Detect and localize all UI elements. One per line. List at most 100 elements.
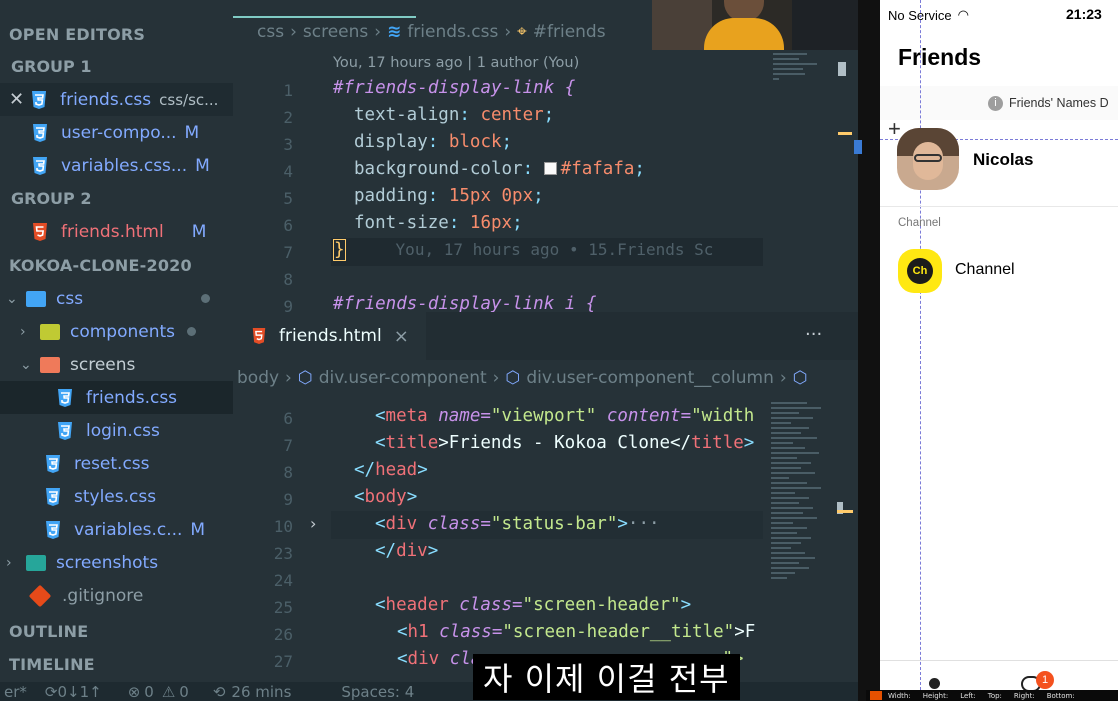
close-icon[interactable]: × — [394, 326, 409, 347]
breadcrumb-item[interactable]: div.user-component__column — [526, 368, 774, 388]
code-line[interactable]: } You, 17 hours ago • 15.Friends Sc — [333, 239, 713, 261]
open-editor-user-component[interactable]: user-compo... M — [0, 116, 233, 149]
close-icon[interactable]: ✕ — [9, 89, 24, 110]
code-line[interactable]: </head> — [354, 460, 428, 480]
line-number: 26 — [273, 625, 293, 644]
code-line[interactable]: #friends-display-link { — [333, 78, 575, 98]
tree-label: screens — [70, 354, 136, 375]
inspector-label: Left: — [960, 691, 976, 700]
video-subtitle: 자 이제 이걸 전부 — [473, 654, 740, 700]
tree-folder-screens[interactable]: ⌄ screens — [0, 348, 233, 381]
tree-file-styles-css[interactable]: styles.css — [0, 480, 233, 513]
code-line[interactable]: #friends-display-link i { — [333, 294, 596, 312]
code-line[interactable]: <meta name="viewport" content="width — [375, 406, 754, 426]
css-file-icon — [31, 123, 49, 143]
open-editor-label: friends.html — [61, 221, 164, 242]
screen-title: Friends — [898, 44, 982, 70]
folder-components-icon — [40, 323, 60, 340]
indent-status[interactable]: Spaces: 4 — [341, 683, 414, 701]
tree-folder-css[interactable]: ⌄ css — [0, 282, 233, 315]
open-editor-friends-css[interactable]: ✕ friends.css css/sc... — [0, 83, 233, 116]
breadcrumb: body › ⬡ div.user-component › ⬡ div.user-c… — [237, 368, 808, 388]
avatar[interactable] — [897, 128, 959, 190]
breadcrumb-item[interactable]: #friends — [533, 22, 606, 42]
side-handle[interactable] — [854, 140, 862, 154]
element-icon: ⬡ — [297, 368, 313, 388]
code-line[interactable]: <header class="screen-header"> — [375, 595, 691, 615]
group2-header[interactable]: GROUP 2 — [0, 182, 233, 215]
error-icon[interactable]: ⊗ — [128, 683, 141, 701]
breadcrumb-item[interactable]: body — [237, 368, 279, 388]
modified-dot — [201, 294, 211, 303]
tab-friends-html[interactable]: friends.html × — [233, 312, 426, 360]
breadcrumb-item[interactable]: friends.css — [407, 22, 498, 42]
chevron-right-icon: › — [374, 22, 382, 42]
minimap[interactable] — [771, 402, 841, 582]
line-number: 24 — [273, 571, 293, 590]
inspector-bar: Width: Height: Left: Top: Right: Bottom: — [866, 690, 1118, 701]
inspector-icon[interactable] — [870, 691, 882, 700]
code-line[interactable]: display: block; — [354, 132, 512, 152]
friends-tab-icon[interactable] — [929, 678, 940, 689]
code-line[interactable]: <div class="status-bar">··· — [375, 514, 660, 534]
tree-file-variables-css[interactable]: variables.c... M — [0, 513, 233, 546]
tree-label: components — [70, 321, 176, 342]
time-status[interactable]: 26 mins — [231, 683, 291, 701]
friends-display-link[interactable]: i Friends' Names D — [880, 86, 1118, 120]
line-number: 4 — [283, 162, 293, 181]
modified-badge: M — [195, 155, 210, 176]
section-label: Channel — [898, 217, 941, 229]
code-line[interactable]: text-align: center; — [354, 105, 554, 125]
element-icon: ⬡ — [792, 368, 808, 388]
code-line[interactable]: padding: 15px 0px; — [354, 186, 544, 206]
history-icon[interactable]: ⟲ — [213, 683, 226, 701]
breadcrumb-item[interactable]: screens — [303, 22, 368, 42]
fold-chevron-icon[interactable]: › — [310, 514, 316, 533]
breadcrumb-item[interactable]: css — [257, 22, 284, 42]
modified-badge: M — [191, 221, 207, 242]
chevron-right-icon: › — [492, 368, 500, 388]
timeline-header[interactable]: TIMELINE — [0, 648, 233, 681]
html-file-icon — [251, 327, 267, 345]
group1-header[interactable]: GROUP 1 — [0, 50, 233, 83]
code-line[interactable]: font-size: 16px; — [354, 213, 523, 233]
open-editor-variables[interactable]: variables.css... M — [0, 149, 233, 182]
code-line[interactable]: <h1 class="screen-header__title">F — [397, 622, 755, 642]
tree-label: .gitignore — [62, 585, 144, 606]
tree-file-login-css[interactable]: login.css — [0, 414, 233, 447]
modified-badge: M — [190, 519, 206, 540]
tree-label: friends.css — [86, 387, 178, 408]
code-line[interactable]: </div> — [375, 541, 438, 561]
channel-logo[interactable]: Ch — [898, 249, 942, 293]
css-file-icon — [44, 520, 62, 540]
modified-dot — [187, 327, 197, 336]
sync-status[interactable]: 0↓1↑ — [57, 683, 101, 701]
inspector-label: Width: — [888, 691, 911, 700]
code-line[interactable]: background-color: #fafafa; — [354, 159, 645, 179]
line-number: 7 — [283, 243, 293, 262]
scrollbar-thumb[interactable] — [838, 62, 846, 76]
tree-file-friends-css[interactable]: friends.css — [0, 381, 233, 414]
open-editor-path: css/sc... — [159, 90, 219, 109]
sync-icon[interactable]: ⟳ — [45, 683, 58, 701]
user-name: Nicolas — [973, 150, 1034, 169]
tree-folder-components[interactable]: › components — [0, 315, 233, 348]
warning-icon[interactable]: ⚠ — [162, 683, 175, 701]
tree-file-gitignore[interactable]: .gitignore — [0, 579, 233, 612]
tree-folder-screenshots[interactable]: › screenshots — [0, 546, 233, 579]
breadcrumb-item[interactable]: div.user-component — [319, 368, 487, 388]
open-editor-friends-html[interactable]: friends.html M — [0, 215, 233, 248]
codelens-blame[interactable]: You, 17 hours ago | 1 author (You) — [333, 55, 579, 71]
open-editors-header[interactable]: OPEN EDITORS — [0, 18, 233, 51]
open-editor-label: user-compo... — [61, 122, 177, 143]
tree-label: css — [56, 288, 84, 309]
more-actions-icon[interactable]: ··· — [805, 324, 822, 345]
outline-header[interactable]: OUTLINE — [0, 615, 233, 648]
git-branch[interactable]: er* — [4, 683, 27, 701]
code-line[interactable]: <title>Friends - Kokoa Clone</title> — [375, 433, 754, 453]
color-swatch[interactable] — [543, 162, 557, 175]
minimap[interactable] — [773, 48, 843, 83]
tree-file-reset-css[interactable]: reset.css — [0, 447, 233, 480]
project-header[interactable]: KOKOA-CLONE-2020 — [0, 249, 233, 282]
code-line[interactable]: <body> — [354, 487, 417, 507]
